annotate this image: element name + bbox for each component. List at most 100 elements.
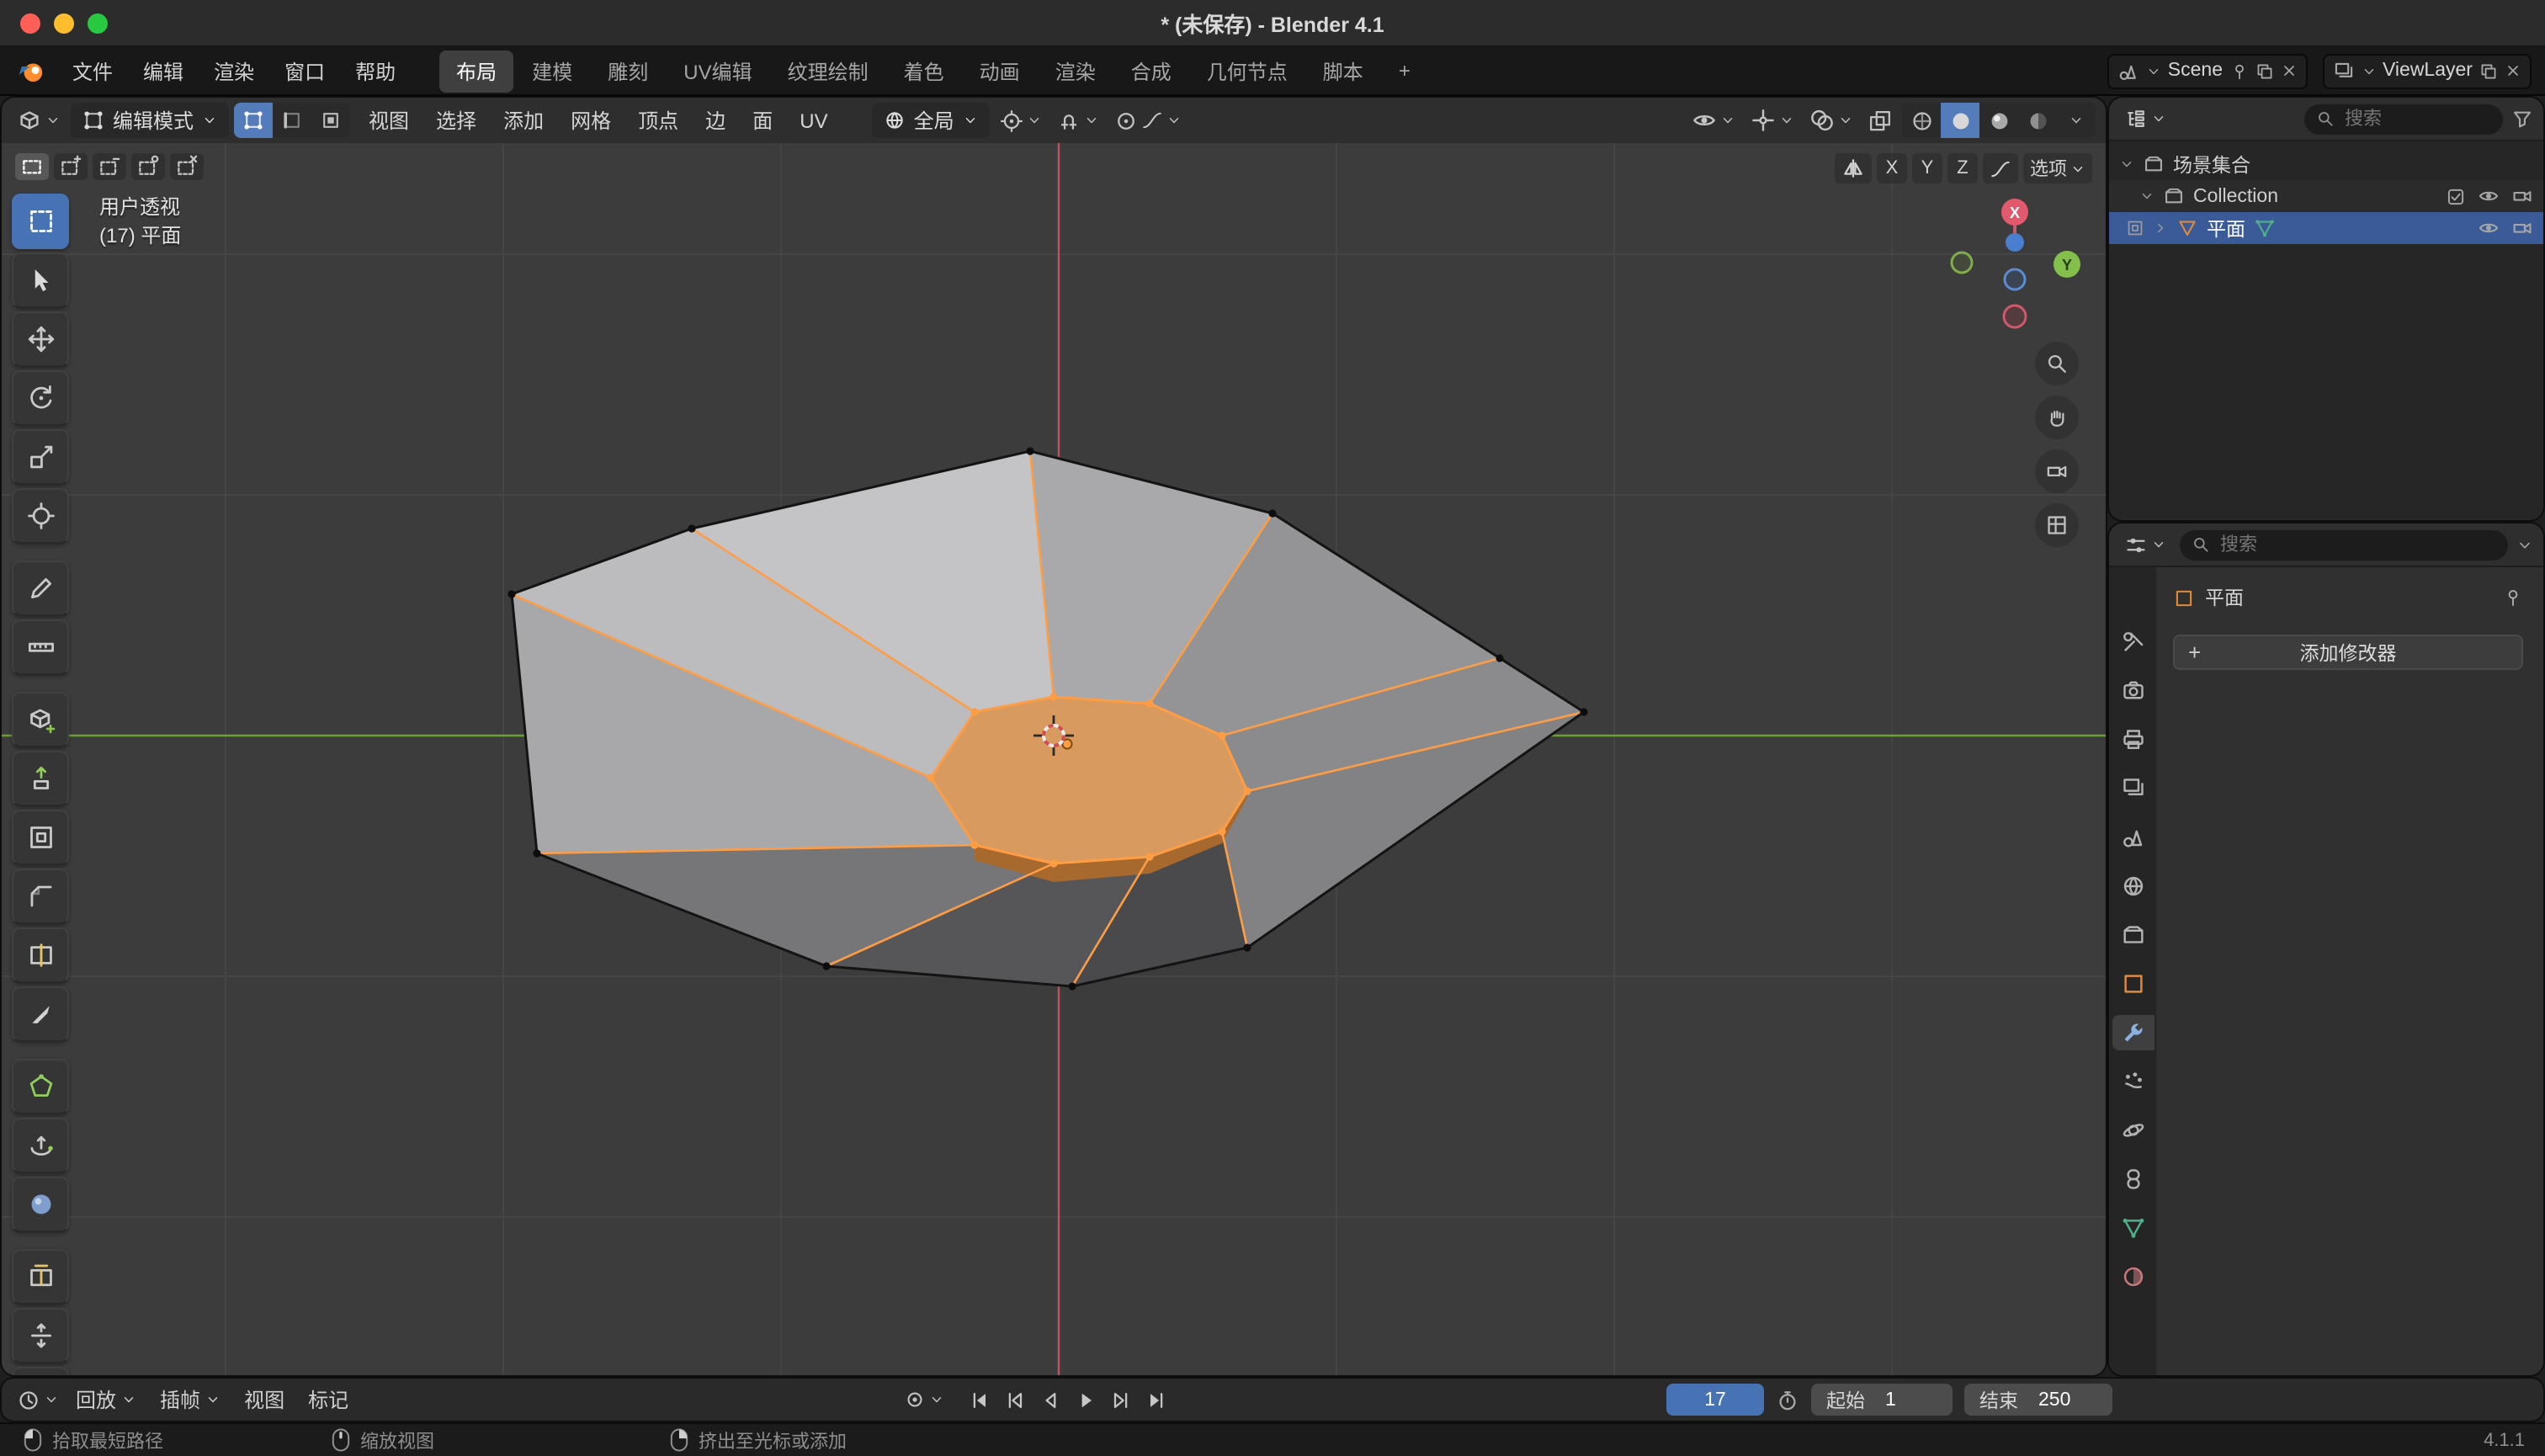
- properties-tab-particles[interactable]: [2112, 1064, 2154, 1099]
- current-frame-field[interactable]: 17: [1666, 1384, 1764, 1416]
- material-shading-button[interactable]: [1979, 103, 2018, 138]
- workspace-tab-scripting[interactable]: 脚本: [1306, 50, 1380, 92]
- chevron-down-icon[interactable]: [2139, 189, 2154, 204]
- ortho-grid-icon[interactable]: [2035, 503, 2079, 547]
- copy-icon[interactable]: [2255, 61, 2273, 80]
- outliner-editor-type-button[interactable]: [2119, 104, 2171, 134]
- properties-tab-material[interactable]: [2112, 1259, 2154, 1294]
- filter-icon[interactable]: [2511, 108, 2533, 130]
- close-icon[interactable]: [2280, 62, 2297, 79]
- tool-move[interactable]: [12, 311, 69, 367]
- tool-extrude-region[interactable]: [12, 751, 69, 806]
- pivot-point-button[interactable]: [995, 105, 1047, 136]
- axis-neg-x-ball[interactable]: [2004, 306, 2026, 327]
- tool-transform[interactable]: [12, 488, 69, 544]
- mirror-x-button[interactable]: X: [1877, 153, 1907, 183]
- workspace-tab-layout[interactable]: 布局: [439, 50, 513, 92]
- workspace-tab-rendering[interactable]: 渲染: [1039, 50, 1113, 92]
- frame-end-field[interactable]: 结束 250: [1964, 1384, 2112, 1416]
- zoom-icon[interactable]: [2035, 342, 2079, 385]
- vertex-select-button[interactable]: [234, 103, 273, 138]
- proportional-editing-button[interactable]: [1109, 105, 1187, 136]
- edge-select-button[interactable]: [273, 103, 311, 138]
- chevron-down-icon[interactable]: [2119, 157, 2134, 172]
- timeline-menu-marker[interactable]: 标记: [296, 1380, 360, 1419]
- menu-window[interactable]: 窗口: [269, 51, 340, 90]
- workspace-tab-animation[interactable]: 动画: [963, 50, 1037, 92]
- tool-loop-cut[interactable]: [12, 927, 69, 983]
- timeline-menu-playback[interactable]: 回放: [64, 1380, 148, 1419]
- render-camera-icon[interactable]: [2511, 185, 2533, 207]
- properties-tab-view-layer[interactable]: [2112, 771, 2154, 806]
- properties-tab-physics[interactable]: [2112, 1113, 2154, 1148]
- properties-search[interactable]: [2180, 529, 2508, 560]
- close-icon[interactable]: [2505, 62, 2521, 79]
- selectable-checkbox-icon[interactable]: [2446, 186, 2466, 206]
- snapping-button[interactable]: [1052, 105, 1104, 136]
- sel-intersect-icon[interactable]: [170, 153, 204, 180]
- overlays-dropdown[interactable]: [1804, 104, 1858, 136]
- scene-selector[interactable]: Scene: [2107, 53, 2307, 88]
- viewport-menu-face[interactable]: 面: [739, 101, 786, 140]
- viewport-menu-uv[interactable]: UV: [786, 104, 841, 137]
- close-window-button[interactable]: [20, 13, 40, 33]
- properties-tab-scene[interactable]: [2112, 820, 2154, 855]
- properties-tab-tool[interactable]: [2112, 624, 2154, 660]
- tool-select-box[interactable]: [12, 194, 69, 249]
- mirror-y-button[interactable]: Y: [1912, 153, 1942, 183]
- outliner-row-scene-collection[interactable]: 场景集合: [2109, 148, 2543, 180]
- properties-tab-collection[interactable]: [2112, 917, 2154, 953]
- properties-tab-world[interactable]: [2112, 869, 2154, 904]
- menu-edit[interactable]: 编辑: [128, 51, 199, 90]
- falloff-icon[interactable]: [1983, 153, 2018, 183]
- outliner-row-plane[interactable]: 平面: [2109, 212, 2543, 244]
- workspace-tab-texture-paint[interactable]: 纹理绘制: [771, 50, 885, 92]
- camera-view-icon[interactable]: [2035, 449, 2079, 493]
- wireframe-shading-button[interactable]: [1902, 103, 1941, 138]
- viewport-menu-select[interactable]: 选择: [422, 101, 490, 140]
- editor-type-button[interactable]: [12, 104, 66, 136]
- transport-prev-keyframe[interactable]: [998, 1384, 1030, 1416]
- minimize-window-button[interactable]: [54, 13, 74, 33]
- properties-tab-modifiers[interactable]: [2112, 1015, 2154, 1050]
- stopwatch-icon[interactable]: [1776, 1388, 1799, 1411]
- properties-tab-constraints[interactable]: [2112, 1161, 2154, 1197]
- tool-rip-region[interactable]: [12, 1367, 69, 1375]
- tool-annotate[interactable]: [12, 561, 69, 616]
- outliner-search[interactable]: [2304, 104, 2503, 134]
- sel-extend-icon[interactable]: [54, 153, 88, 180]
- workspace-tab-compositing[interactable]: 合成: [1114, 50, 1188, 92]
- copy-icon[interactable]: [2479, 61, 2498, 80]
- workspace-tab-geometry-nodes[interactable]: 几何节点: [1190, 50, 1304, 92]
- viewport-menu-view[interactable]: 视图: [355, 101, 422, 140]
- visibility-dropdown[interactable]: [1687, 104, 1740, 136]
- workspace-tab-modeling[interactable]: 建模: [515, 50, 589, 92]
- blender-logo-menu[interactable]: [17, 56, 47, 86]
- tool-shrink-fatten[interactable]: [12, 1308, 69, 1363]
- pin-icon[interactable]: [2503, 587, 2523, 608]
- tool-cursor[interactable]: [12, 252, 69, 308]
- hide-eye-icon[interactable]: [2478, 217, 2500, 239]
- tool-inset-faces[interactable]: [12, 810, 69, 865]
- timeline-menu-view[interactable]: 视图: [232, 1380, 296, 1419]
- mode-selector[interactable]: 编辑模式: [71, 103, 229, 138]
- properties-tab-object[interactable]: [2112, 966, 2154, 1002]
- mirror-icon[interactable]: [1835, 153, 1872, 183]
- menu-render[interactable]: 渲染: [199, 51, 269, 90]
- tool-scale[interactable]: [12, 429, 69, 485]
- tool-add-cube[interactable]: [12, 692, 69, 747]
- tool-smooth[interactable]: [12, 1177, 69, 1232]
- solid-shading-button[interactable]: [1941, 103, 1979, 138]
- axis-z-ball[interactable]: [2006, 233, 2024, 252]
- xray-toggle[interactable]: [1863, 105, 1897, 136]
- gizmos-dropdown[interactable]: [1745, 104, 1799, 136]
- properties-tab-output[interactable]: [2112, 722, 2154, 757]
- tool-bevel[interactable]: [12, 869, 69, 924]
- tool-edge-slide[interactable]: [12, 1249, 69, 1305]
- menu-file[interactable]: 文件: [57, 51, 128, 90]
- workspace-tab-add[interactable]: +: [1382, 52, 1427, 89]
- timeline-editor-type-button[interactable]: [12, 1384, 64, 1415]
- tool-poly-build[interactable]: [12, 1059, 69, 1114]
- shading-dropdown[interactable]: [2057, 103, 2096, 138]
- hide-eye-icon[interactable]: [2478, 185, 2500, 207]
